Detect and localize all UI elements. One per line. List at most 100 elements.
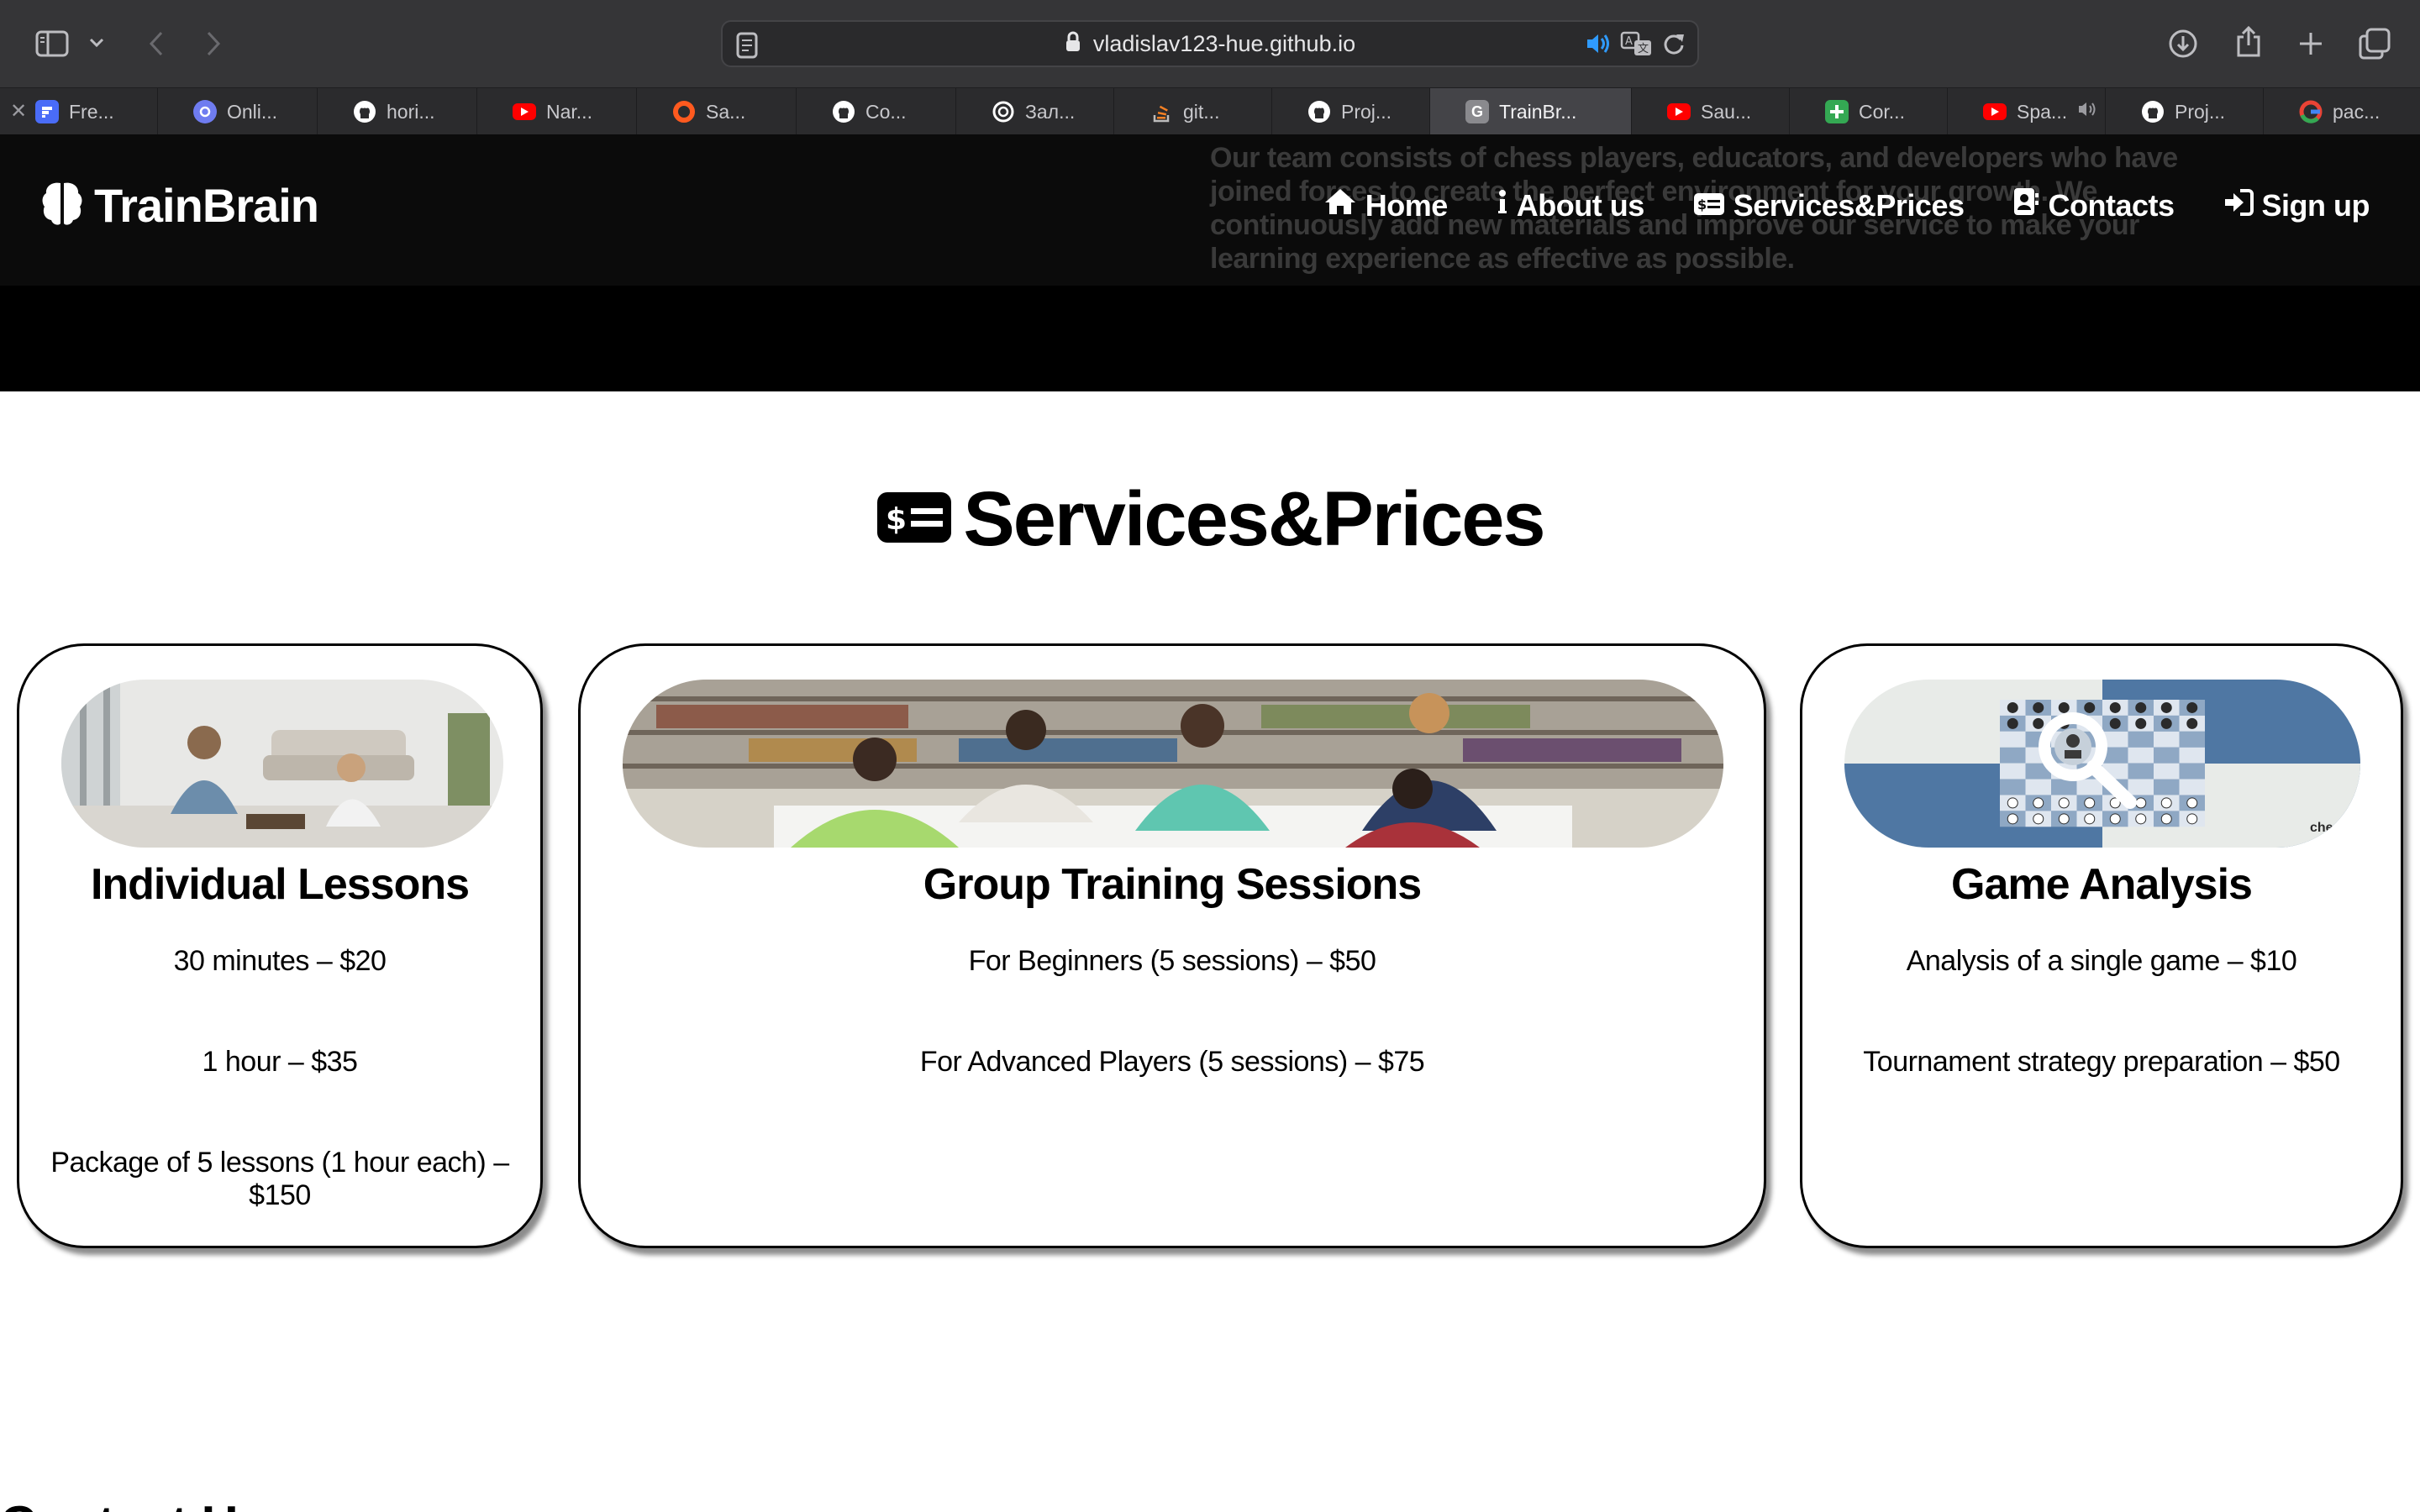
nav-signup[interactable]: Sign up bbox=[2223, 188, 2370, 223]
google-icon bbox=[2299, 100, 2323, 123]
svg-text:A: A bbox=[1625, 35, 1633, 48]
browser-tab-label: git... bbox=[1183, 100, 1220, 123]
share-icon[interactable] bbox=[2232, 24, 2265, 60]
address-bar[interactable]: vladislav123-hue.github.io A文 bbox=[721, 20, 1699, 67]
tab-audio-icon[interactable] bbox=[2077, 100, 2097, 123]
card-title: Game Analysis bbox=[1951, 860, 2253, 909]
browser-tab-label: Proj... bbox=[1341, 100, 1392, 123]
nav-signup-label: Sign up bbox=[2261, 187, 2370, 223]
service-card-group: Group Training Sessions For Beginners (5… bbox=[578, 643, 1766, 1248]
price-item: Package of 5 lessons (1 hour each) – $15… bbox=[50, 1147, 509, 1211]
github-icon bbox=[2141, 100, 2165, 123]
nav-services-label: Services&Prices bbox=[1733, 187, 1965, 223]
browser-tab-label: Onli... bbox=[227, 100, 278, 123]
online-icon bbox=[193, 100, 217, 123]
circle-icon bbox=[672, 100, 696, 123]
browser-tab[interactable]: Зал... bbox=[956, 88, 1114, 135]
reader-icon[interactable] bbox=[736, 32, 758, 63]
lock-icon bbox=[1065, 31, 1081, 57]
money-list-icon: $ bbox=[876, 491, 953, 549]
reload-icon[interactable] bbox=[1662, 31, 1686, 60]
github-icon bbox=[353, 100, 376, 123]
logo-text: TrainBrain bbox=[94, 179, 319, 232]
site-header: Our team consists of chess players, educ… bbox=[0, 134, 2420, 391]
browser-tab-label: Nar... bbox=[546, 100, 592, 123]
info-icon bbox=[1497, 187, 1508, 223]
svg-text:$: $ bbox=[886, 502, 907, 537]
card-title: Individual Lessons bbox=[90, 860, 470, 909]
browser-tab-label: Fre... bbox=[69, 100, 114, 123]
new-tab-icon[interactable] bbox=[2294, 27, 2328, 60]
individual-lessons-image bbox=[61, 680, 503, 848]
browser-tab[interactable]: Co... bbox=[797, 88, 956, 135]
sidebar-toggle-icon[interactable] bbox=[34, 27, 71, 60]
browser-tab-label: Sa... bbox=[706, 100, 746, 123]
url-text: vladislav123-hue.github.io bbox=[1092, 30, 1356, 56]
contact-book-icon bbox=[2012, 186, 2039, 224]
svg-text:$: $ bbox=[1697, 197, 1707, 213]
browser-tab-label: Spa... bbox=[2017, 100, 2068, 123]
download-icon[interactable] bbox=[2166, 25, 2200, 62]
svg-text:文: 文 bbox=[1638, 43, 1649, 55]
browser-tab[interactable]: Spa... bbox=[1948, 88, 2106, 135]
speaker-icon[interactable] bbox=[1585, 31, 1612, 60]
browser-tab[interactable]: git... bbox=[1114, 88, 1272, 135]
browser-tab-label: TrainBr... bbox=[1499, 100, 1577, 123]
browser-tab[interactable]: Onli... bbox=[158, 88, 318, 135]
service-card-analysis: chess Game Analysis Analysis of a single… bbox=[1800, 643, 2403, 1248]
price-item: Analysis of a single game – $10 bbox=[1906, 945, 2297, 977]
github-icon bbox=[1307, 100, 1331, 123]
browser-tab[interactable]: Nar... bbox=[477, 88, 637, 135]
browser-tab[interactable]: Sa... bbox=[637, 88, 797, 135]
price-item: 30 minutes – $20 bbox=[173, 945, 387, 977]
nav-contacts[interactable]: Contacts bbox=[2012, 186, 2175, 224]
nav-about-label: About us bbox=[1516, 187, 1644, 223]
nav-contacts-label: Contacts bbox=[2048, 187, 2175, 223]
browser-tab-label: Cor... bbox=[1859, 100, 1905, 123]
back-arrow-icon[interactable] bbox=[141, 27, 171, 60]
browser-tab[interactable]: G TrainBr... bbox=[1430, 88, 1632, 135]
browser-tab[interactable]: pac... bbox=[2264, 88, 2420, 135]
browser-tab-label: Зал... bbox=[1025, 100, 1076, 123]
browser-tab-label: pac... bbox=[2333, 100, 2381, 123]
browser-tab[interactable]: hori... bbox=[318, 88, 477, 135]
nav-about[interactable]: About us bbox=[1497, 187, 1644, 223]
chevron-down-icon[interactable] bbox=[86, 32, 108, 54]
chess-logo-text: chess bbox=[2310, 821, 2349, 835]
framer-icon bbox=[35, 100, 59, 123]
nav-home[interactable]: Home bbox=[1323, 187, 1448, 223]
card-title: Group Training Sessions bbox=[923, 860, 1422, 909]
nav-services[interactable]: $ Services&Prices bbox=[1693, 188, 1965, 223]
stackoverflow-icon bbox=[1150, 100, 1173, 123]
forward-arrow-icon[interactable] bbox=[198, 27, 229, 60]
browser-tab[interactable]: Sau... bbox=[1632, 88, 1790, 135]
browser-tab[interactable]: Proj... bbox=[1272, 88, 1430, 135]
openai-icon bbox=[992, 100, 1015, 123]
section-title: $ Services&Prices bbox=[0, 475, 2420, 564]
browser-tab[interactable]: Cor... bbox=[1790, 88, 1948, 135]
price-item: Tournament strategy preparation – $50 bbox=[1863, 1046, 2340, 1078]
translate-icon[interactable]: A文 bbox=[1620, 30, 1654, 61]
tab-overview-icon[interactable] bbox=[2356, 25, 2393, 62]
browser-toolbar: vladislav123-hue.github.io A文 bbox=[0, 0, 2420, 87]
browser-tab[interactable]: Proj... bbox=[2106, 88, 2264, 135]
price-item: 1 hour – $35 bbox=[202, 1046, 358, 1078]
browser-tab[interactable]: Fre... bbox=[0, 88, 158, 135]
service-card-individual: Individual Lessons 30 minutes – $20 1 ho… bbox=[17, 643, 543, 1248]
logo[interactable]: TrainBrain bbox=[40, 178, 319, 233]
money-list-icon: $ bbox=[1693, 188, 1725, 223]
browser-tab-label: Proj... bbox=[2175, 100, 2226, 123]
brain-icon bbox=[40, 180, 84, 231]
price-item: For Advanced Players (5 sessions) – $75 bbox=[919, 1046, 1425, 1078]
youtube-icon bbox=[513, 103, 536, 120]
browser-chrome: vladislav123-hue.github.io A文 ✕ Fre... O… bbox=[0, 0, 2420, 135]
youtube-icon bbox=[1667, 103, 1691, 120]
tab-bar: ✕ Fre... Onli... hori... Nar... Sa... Co... За… bbox=[0, 87, 2420, 135]
browser-tab-label: hori... bbox=[387, 100, 435, 123]
price-item: For Beginners (5 sessions) – $50 bbox=[968, 945, 1376, 977]
group-training-image bbox=[623, 680, 1723, 848]
github-icon bbox=[832, 100, 855, 123]
main-nav: Home About us $ Services&Prices Contacts… bbox=[1323, 186, 2370, 224]
browser-tab-label: Co... bbox=[865, 100, 907, 123]
sign-in-icon bbox=[2223, 188, 2254, 223]
